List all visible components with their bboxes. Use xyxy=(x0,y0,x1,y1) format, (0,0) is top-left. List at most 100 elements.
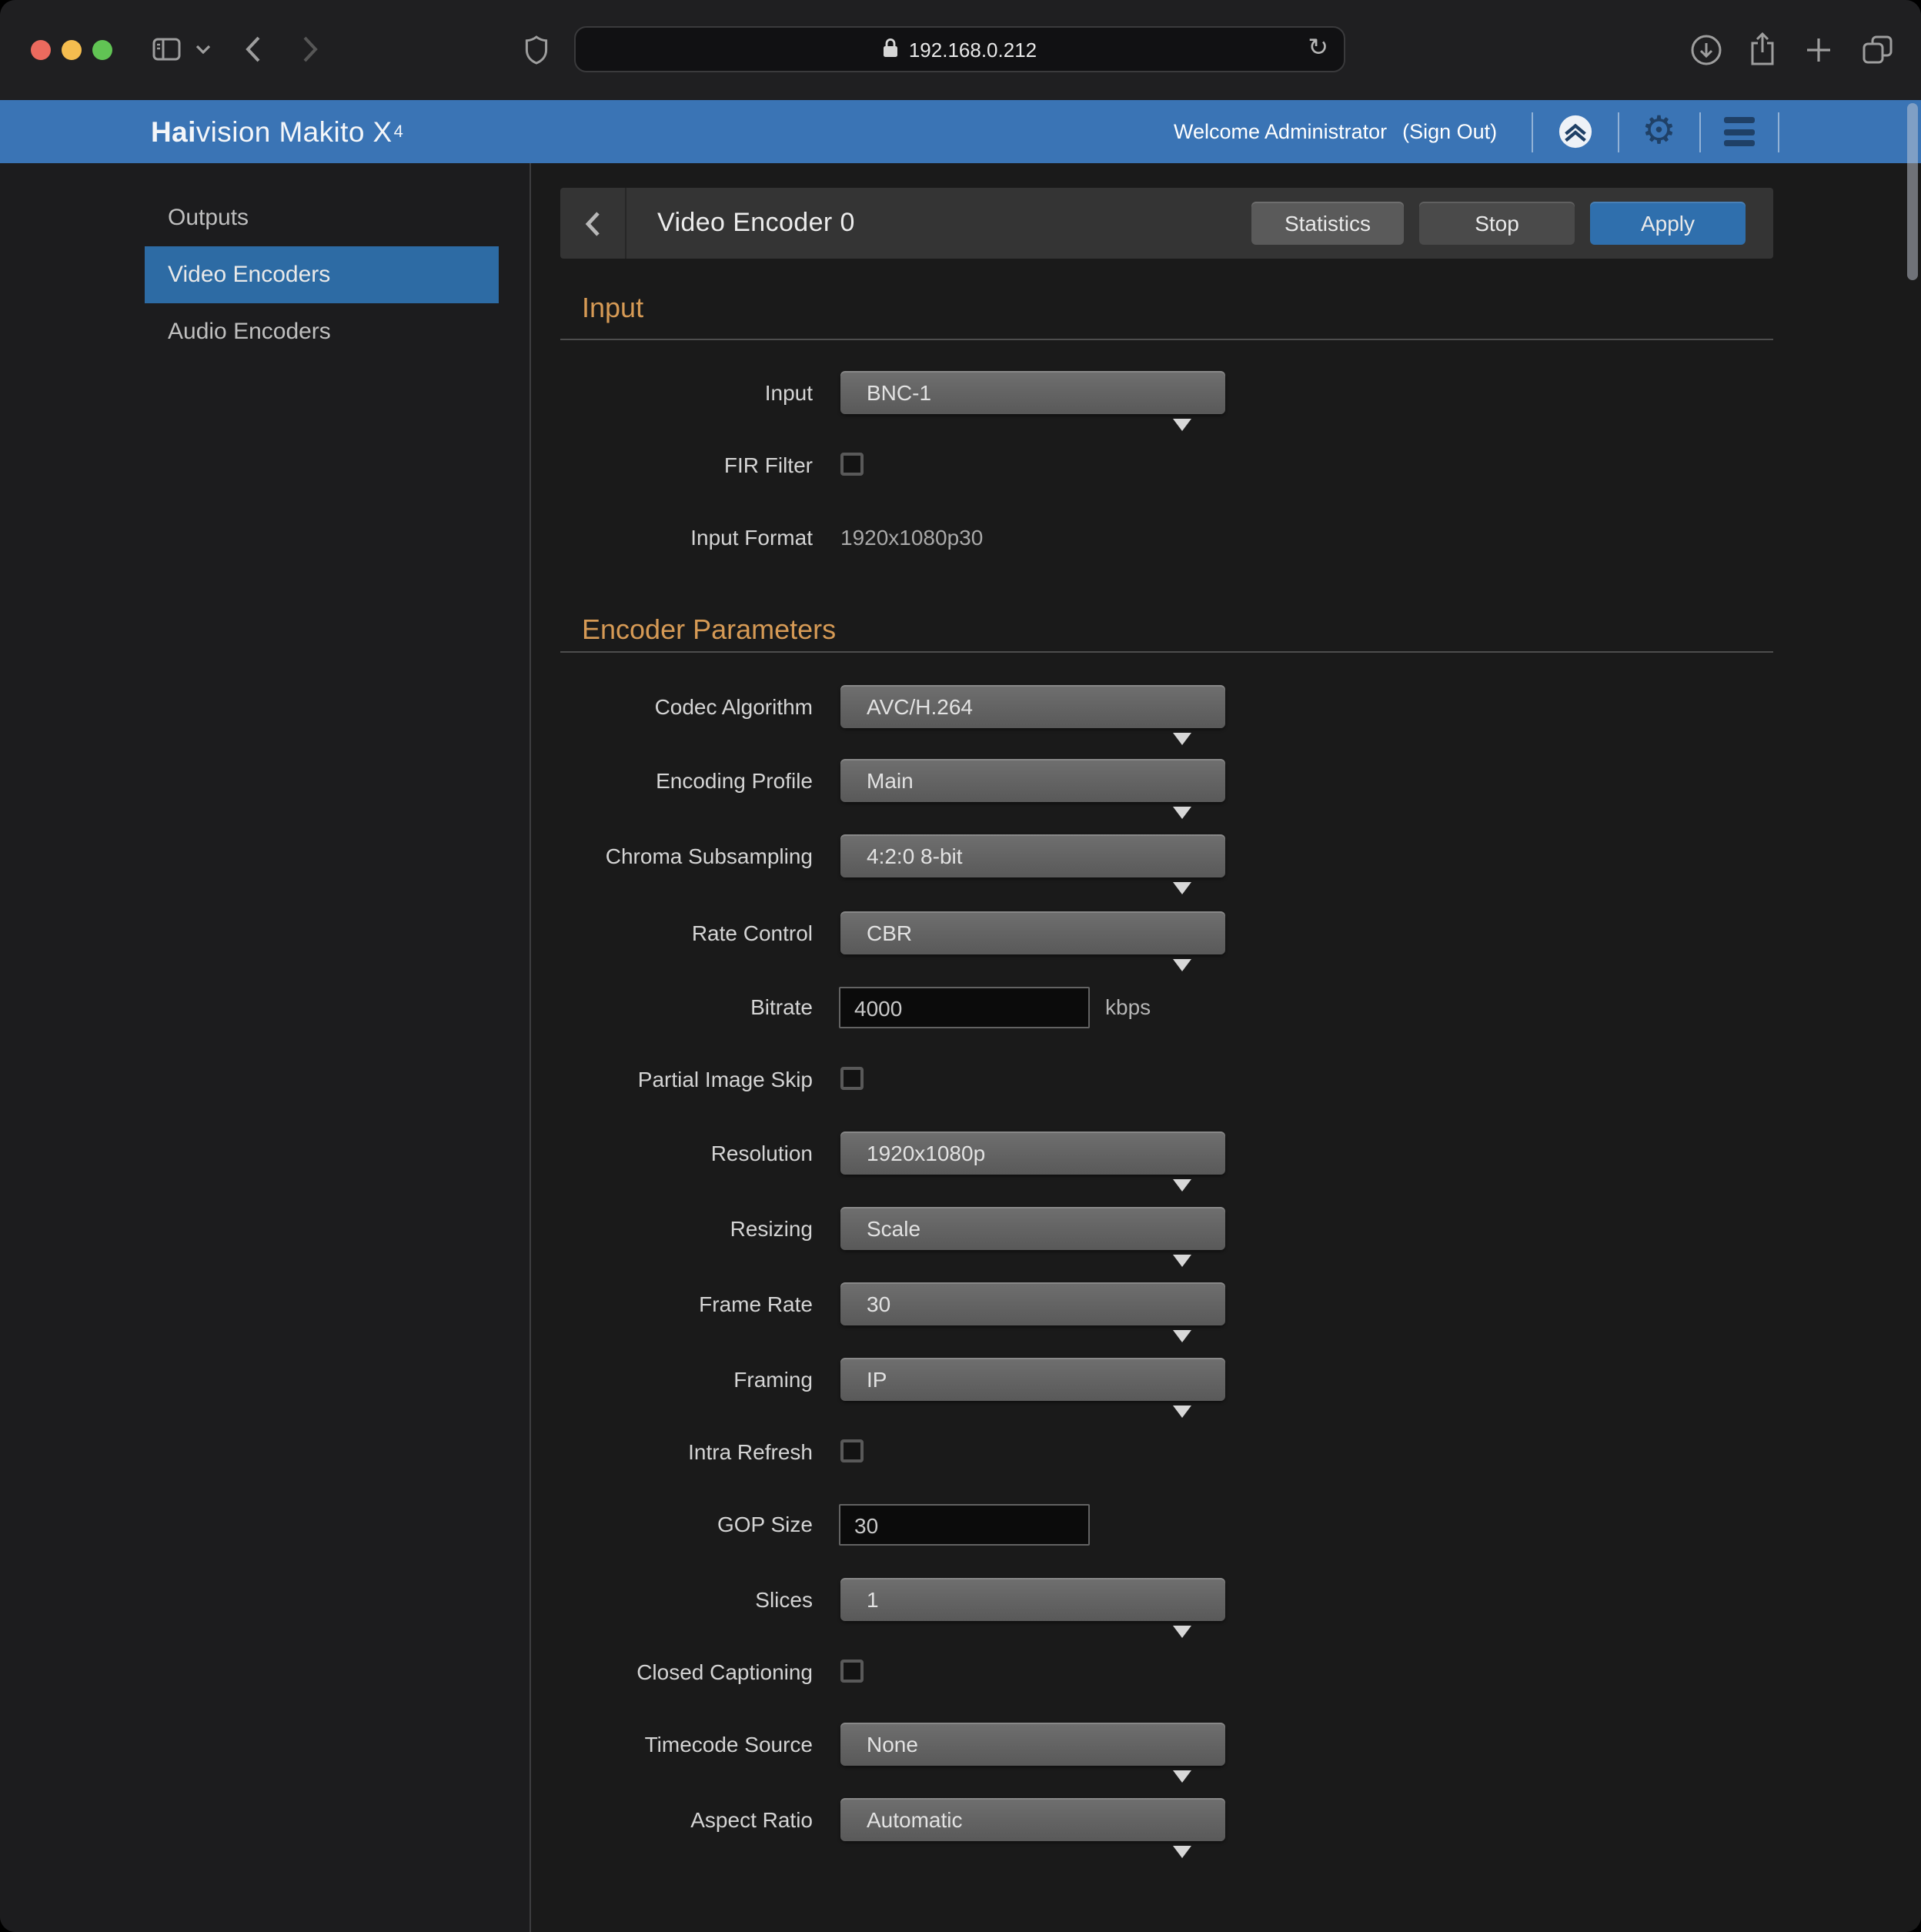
apply-button[interactable]: Apply xyxy=(1590,202,1746,245)
field-label: FIR Filter xyxy=(531,453,813,477)
browser-chrome: 192.168.0.212 ↻ xyxy=(0,0,1921,100)
timecode-source-select[interactable]: None xyxy=(840,1723,1225,1766)
field-rate-control: Rate Control CBR xyxy=(531,911,1773,976)
sidebar-item-audio-encoders[interactable]: Audio Encoders xyxy=(145,303,499,360)
frame-rate-select[interactable]: 30 xyxy=(840,1282,1225,1325)
app-header: Haivision Makito X4 Welcome Administrato… xyxy=(0,100,1921,163)
statistics-button[interactable]: Statistics xyxy=(1251,202,1404,245)
select-value: 1 xyxy=(867,1587,879,1612)
select-value: 4:2:0 8-bit xyxy=(867,844,963,868)
sidebar-item-video-encoders[interactable]: Video Encoders xyxy=(145,246,499,303)
bitrate-input[interactable] xyxy=(839,987,1090,1028)
select-chevron-icon[interactable] xyxy=(1173,882,1191,894)
aspect-ratio-select[interactable]: Automatic xyxy=(840,1798,1225,1841)
haivision-mark-icon[interactable] xyxy=(1557,114,1592,149)
divider xyxy=(1778,112,1779,152)
chroma-subsampling-select[interactable]: 4:2:0 8-bit xyxy=(840,834,1225,877)
select-chevron-icon[interactable] xyxy=(1173,1255,1191,1267)
divider xyxy=(1617,112,1619,152)
lock-icon xyxy=(883,36,900,62)
field-label: Rate Control xyxy=(531,911,813,954)
forward-icon[interactable] xyxy=(302,35,319,63)
downloads-icon[interactable] xyxy=(1690,34,1722,66)
panel-title: Video Encoder 0 xyxy=(657,188,855,259)
field-label: Encoding Profile xyxy=(531,759,813,802)
sign-out-link[interactable]: (Sign Out) xyxy=(1402,120,1497,143)
select-chevron-icon[interactable] xyxy=(1173,959,1191,971)
sidebar-toggle-icon[interactable] xyxy=(152,37,182,62)
select-value: 30 xyxy=(867,1292,890,1316)
select-chevron-icon[interactable] xyxy=(1173,1770,1191,1783)
field-codec-algorithm: Codec Algorithm AVC/H.264 xyxy=(531,685,1773,750)
resolution-select[interactable]: 1920x1080p xyxy=(840,1131,1225,1175)
closed-captioning-checkbox[interactable] xyxy=(840,1660,864,1683)
back-button[interactable] xyxy=(560,188,626,259)
select-chevron-icon[interactable] xyxy=(1173,419,1191,431)
resizing-select[interactable]: Scale xyxy=(840,1207,1225,1250)
gop-size-input[interactable] xyxy=(839,1504,1090,1546)
sidebar-item-outputs[interactable]: Outputs xyxy=(145,189,499,246)
select-chevron-icon[interactable] xyxy=(1173,1406,1191,1418)
tab-overview-icon[interactable] xyxy=(1861,34,1895,66)
zoom-window-button[interactable] xyxy=(92,39,112,59)
divider xyxy=(1531,112,1532,152)
select-value: AVC/H.264 xyxy=(867,694,973,719)
panel-header: Video Encoder 0 Statistics Stop Apply xyxy=(560,188,1773,259)
rate-control-select[interactable]: CBR xyxy=(840,911,1225,954)
select-value: 1920x1080p xyxy=(867,1141,985,1165)
section-heading-encoder-parameters: Encoder Parameters xyxy=(582,614,836,647)
field-label: Aspect Ratio xyxy=(531,1798,813,1841)
select-chevron-icon[interactable] xyxy=(1173,1846,1191,1858)
framing-select[interactable]: IP xyxy=(840,1358,1225,1401)
field-label: Intra Refresh xyxy=(531,1439,813,1464)
field-gop-size: GOP Size xyxy=(531,1504,1773,1569)
select-chevron-icon[interactable] xyxy=(1173,1179,1191,1192)
brand-sup: 4 xyxy=(394,122,404,141)
bitrate-unit: kbps xyxy=(1105,987,1151,1028)
slices-select[interactable]: 1 xyxy=(840,1578,1225,1621)
brand-rest: vision Makito X xyxy=(196,115,393,149)
back-icon[interactable] xyxy=(245,35,262,63)
chevron-down-icon[interactable] xyxy=(195,45,211,55)
privacy-shield-icon[interactable] xyxy=(525,35,548,65)
menu-icon[interactable] xyxy=(1724,117,1755,146)
stop-button[interactable]: Stop xyxy=(1419,202,1575,245)
share-icon[interactable] xyxy=(1749,32,1776,66)
close-window-button[interactable] xyxy=(31,39,51,59)
encoding-profile-select[interactable]: Main xyxy=(840,759,1225,802)
field-intra-refresh: Intra Refresh xyxy=(531,1439,1773,1504)
refresh-icon[interactable]: ↻ xyxy=(1308,34,1328,65)
select-chevron-icon[interactable] xyxy=(1173,733,1191,745)
fir-filter-checkbox[interactable] xyxy=(840,453,864,476)
field-label: Codec Algorithm xyxy=(531,685,813,728)
field-partial-image-skip: Partial Image Skip xyxy=(531,1067,1773,1131)
field-chroma-subsampling: Chroma Subsampling 4:2:0 8-bit xyxy=(531,834,1773,899)
intra-refresh-checkbox[interactable] xyxy=(840,1439,864,1462)
section-heading-input: Input xyxy=(582,292,643,325)
select-chevron-icon[interactable] xyxy=(1173,1626,1191,1638)
field-label: Closed Captioning xyxy=(531,1660,813,1684)
select-value: Scale xyxy=(867,1216,920,1241)
field-framing: Framing IP xyxy=(531,1358,1773,1422)
field-frame-rate: Frame Rate 30 xyxy=(531,1282,1773,1347)
select-value: Automatic xyxy=(867,1807,963,1832)
field-label: Partial Image Skip xyxy=(531,1067,813,1091)
partial-image-skip-checkbox[interactable] xyxy=(840,1067,864,1090)
field-label: Input Format xyxy=(531,525,813,550)
field-timecode-source: Timecode Source None xyxy=(531,1723,1773,1787)
scrollbar-thumb[interactable] xyxy=(1907,103,1918,280)
field-input-format: Input Format 1920x1080p30 xyxy=(531,525,1773,590)
field-encoding-profile: Encoding Profile Main xyxy=(531,759,1773,824)
field-fir-filter: FIR Filter xyxy=(531,453,1773,517)
codec-algorithm-select[interactable]: AVC/H.264 xyxy=(840,685,1225,728)
welcome-text: Welcome Administrator xyxy=(1174,120,1387,143)
address-bar[interactable]: 192.168.0.212 ↻ xyxy=(574,26,1345,72)
field-input: Input BNC-1 xyxy=(531,371,1773,436)
select-chevron-icon[interactable] xyxy=(1173,1330,1191,1342)
input-select[interactable]: BNC-1 xyxy=(840,371,1225,414)
select-chevron-icon[interactable] xyxy=(1173,807,1191,819)
minimize-window-button[interactable] xyxy=(62,39,82,59)
new-tab-icon[interactable] xyxy=(1806,37,1832,63)
input-format-value: 1920x1080p30 xyxy=(840,525,983,550)
gear-icon[interactable]: ⚙ xyxy=(1642,112,1676,151)
